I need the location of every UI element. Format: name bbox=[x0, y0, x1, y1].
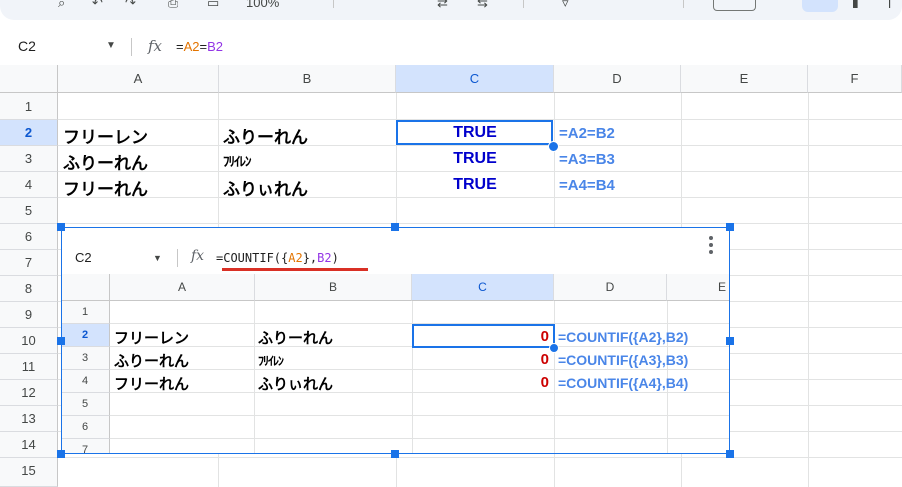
formula-input[interactable]: =A2=B2 bbox=[176, 39, 223, 54]
grid-line bbox=[58, 223, 902, 224]
row-header-11[interactable]: 11 bbox=[0, 354, 58, 380]
resize-handle-left[interactable] bbox=[57, 337, 65, 345]
zoom-select[interactable]: 100% bbox=[246, 0, 279, 8]
row-header-12[interactable]: 12 bbox=[0, 380, 58, 406]
redo-icon[interactable]: ↷ bbox=[125, 0, 136, 8]
resize-handle-top[interactable] bbox=[391, 223, 399, 231]
fx-icon: fx bbox=[148, 37, 163, 55]
paint-format-icon[interactable]: ▭ bbox=[207, 0, 219, 8]
cell-b4[interactable]: ふりぃれん bbox=[223, 175, 308, 200]
cell-a3[interactable]: ふりーれん bbox=[63, 149, 148, 174]
decrease-decimal-icon[interactable]: ⇄ bbox=[437, 0, 448, 8]
grid-line bbox=[58, 145, 902, 146]
font-size-input[interactable] bbox=[713, 0, 756, 11]
select-all-corner[interactable] bbox=[0, 65, 58, 93]
bold-button[interactable] bbox=[802, 0, 838, 12]
resize-handle-top-left[interactable] bbox=[57, 223, 65, 231]
toolbar-separator bbox=[523, 0, 524, 8]
strikethrough-icon[interactable]: ▏ bbox=[889, 0, 899, 8]
font-select[interactable]: ▿ bbox=[562, 0, 569, 8]
cell-a4[interactable]: フリーれん bbox=[63, 175, 148, 200]
grid-line bbox=[808, 93, 809, 487]
cell-d2[interactable]: =A2=B2 bbox=[559, 125, 615, 142]
italic-icon[interactable]: ▌ bbox=[853, 0, 862, 8]
toolbar-separator bbox=[683, 0, 684, 8]
row-header-2[interactable]: 2 bbox=[0, 120, 58, 146]
row-header-13[interactable]: 13 bbox=[0, 406, 58, 432]
fill-handle[interactable] bbox=[548, 141, 559, 152]
cell-c4[interactable]: TRUE bbox=[396, 176, 554, 194]
row-header-6[interactable]: 6 bbox=[0, 224, 58, 250]
grid-line bbox=[58, 457, 902, 458]
row-header-1[interactable]: 1 bbox=[0, 93, 58, 120]
grid-line bbox=[58, 171, 902, 172]
formula-separator bbox=[131, 38, 132, 56]
row-header-7[interactable]: 7 bbox=[0, 250, 58, 276]
search-menu-icon[interactable]: ⌕ bbox=[58, 0, 65, 8]
column-header-f[interactable]: F bbox=[808, 65, 902, 93]
cell-a2[interactable]: フリーレン bbox=[63, 123, 148, 148]
row-header-15[interactable]: 15 bbox=[0, 458, 58, 487]
grid-line bbox=[58, 197, 902, 198]
row-header-3[interactable]: 3 bbox=[0, 146, 58, 172]
undo-icon[interactable]: ↶ bbox=[92, 0, 103, 8]
print-icon[interactable]: ⎙ bbox=[168, 0, 178, 8]
column-header-b[interactable]: B bbox=[219, 65, 396, 93]
resize-handle-bottom[interactable] bbox=[391, 450, 399, 458]
resize-handle-bottom-left[interactable] bbox=[57, 450, 65, 458]
column-header-a[interactable]: A bbox=[58, 65, 219, 93]
column-header-c[interactable]: C bbox=[396, 65, 554, 93]
resize-handle-bottom-right[interactable] bbox=[726, 450, 734, 458]
row-header-9[interactable]: 9 bbox=[0, 302, 58, 328]
column-header-d[interactable]: D bbox=[554, 65, 681, 93]
resize-handle-right[interactable] bbox=[726, 337, 734, 345]
cell-b2[interactable]: ふりーれん bbox=[223, 123, 308, 148]
column-header-e[interactable]: E bbox=[681, 65, 808, 93]
cell-c3[interactable]: TRUE bbox=[396, 150, 554, 168]
image-selection-border bbox=[61, 227, 730, 454]
toolbar-separator bbox=[333, 0, 334, 8]
row-header-8[interactable]: 8 bbox=[0, 276, 58, 302]
formula-bar bbox=[0, 34, 902, 64]
active-cell-border bbox=[396, 120, 553, 145]
increase-decimal-icon[interactable]: ⇆ bbox=[477, 0, 488, 8]
name-box[interactable]: C2 bbox=[18, 38, 36, 54]
row-header-4[interactable]: 4 bbox=[0, 172, 58, 198]
cell-d4[interactable]: =A4=B4 bbox=[559, 177, 615, 194]
formula-ref-a2: A2 bbox=[183, 39, 200, 54]
chevron-down-icon[interactable]: ▼ bbox=[106, 40, 116, 51]
resize-handle-top-right[interactable] bbox=[726, 223, 734, 231]
row-header-10[interactable]: 10 bbox=[0, 328, 58, 354]
cell-b3[interactable]: ﾌﾘｲﾚﾝ bbox=[223, 151, 251, 170]
formula-equals: = bbox=[176, 39, 184, 54]
formula-ref-b2: B2 bbox=[207, 39, 223, 54]
formula-equals: = bbox=[199, 39, 208, 54]
cell-d3[interactable]: =A3=B3 bbox=[559, 151, 615, 168]
row-header-14[interactable]: 14 bbox=[0, 432, 58, 458]
row-header-5[interactable]: 5 bbox=[0, 198, 58, 224]
